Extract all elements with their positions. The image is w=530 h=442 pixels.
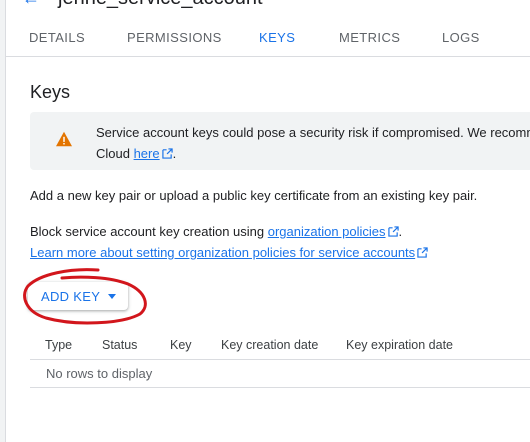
- tab-bar: DETAILS PERMISSIONS KEYS METRICS LOGS: [6, 22, 530, 57]
- warning-here-link[interactable]: here: [134, 146, 160, 161]
- warning-text: Service account keys could pose a securi…: [96, 122, 530, 164]
- warning-line-1: Service account keys could pose a securi…: [96, 125, 530, 140]
- back-arrow-icon[interactable]: ←: [22, 0, 40, 9]
- policy-suffix: .: [398, 224, 403, 239]
- column-header-key[interactable]: Key: [170, 338, 192, 352]
- learn-more-link[interactable]: Learn more about setting organization po…: [30, 245, 415, 260]
- column-header-status[interactable]: Status: [102, 338, 137, 352]
- external-link-icon: [387, 226, 399, 237]
- column-header-expiration-date[interactable]: Key expiration date: [346, 338, 453, 352]
- add-key-button[interactable]: ADD KEY: [28, 282, 128, 310]
- viewport: ← jenne_service_account DETAILS PERMISSI…: [0, 0, 530, 442]
- organization-policies-link[interactable]: organization policies: [268, 224, 386, 239]
- intro-text: Add a new key pair or upload a public ke…: [30, 188, 478, 203]
- warning-banner: Service account keys could pose a securi…: [30, 112, 530, 170]
- table-header: Type Status Key Key creation date Key ex…: [30, 331, 530, 360]
- left-rail: [0, 0, 6, 442]
- tab-metrics[interactable]: METRICS: [339, 22, 400, 56]
- tab-details[interactable]: DETAILS: [29, 22, 85, 56]
- table-body: No rows to display: [30, 360, 530, 388]
- header: ← jenne_service_account: [22, 0, 263, 10]
- warning-icon: [56, 131, 72, 147]
- section-title: Keys: [30, 82, 71, 102]
- external-link-icon: [161, 148, 173, 159]
- external-link-icon: [417, 247, 428, 258]
- add-key-label: ADD KEY: [41, 288, 101, 304]
- policy-prefix: Block service account key creation using: [30, 224, 268, 239]
- warning-line-2-prefix: Cloud: [96, 146, 134, 161]
- page-title: jenne_service_account: [58, 0, 263, 10]
- tab-logs[interactable]: LOGS: [442, 22, 480, 56]
- tab-keys[interactable]: KEYS: [259, 22, 295, 56]
- column-header-creation-date[interactable]: Key creation date: [221, 338, 318, 352]
- empty-table-message: No rows to display: [46, 366, 153, 381]
- warning-line-2-suffix: .: [172, 146, 177, 161]
- tab-permissions[interactable]: PERMISSIONS: [127, 22, 222, 56]
- warning-line-2: Cloud here.: [96, 143, 530, 164]
- policy-text: Block service account key creation using…: [30, 222, 402, 242]
- dropdown-caret-icon: [108, 293, 117, 299]
- learn-more-row: Learn more about setting organization po…: [30, 243, 428, 263]
- keys-table: Type Status Key Key creation date Key ex…: [30, 331, 530, 388]
- column-header-type[interactable]: Type: [45, 338, 72, 352]
